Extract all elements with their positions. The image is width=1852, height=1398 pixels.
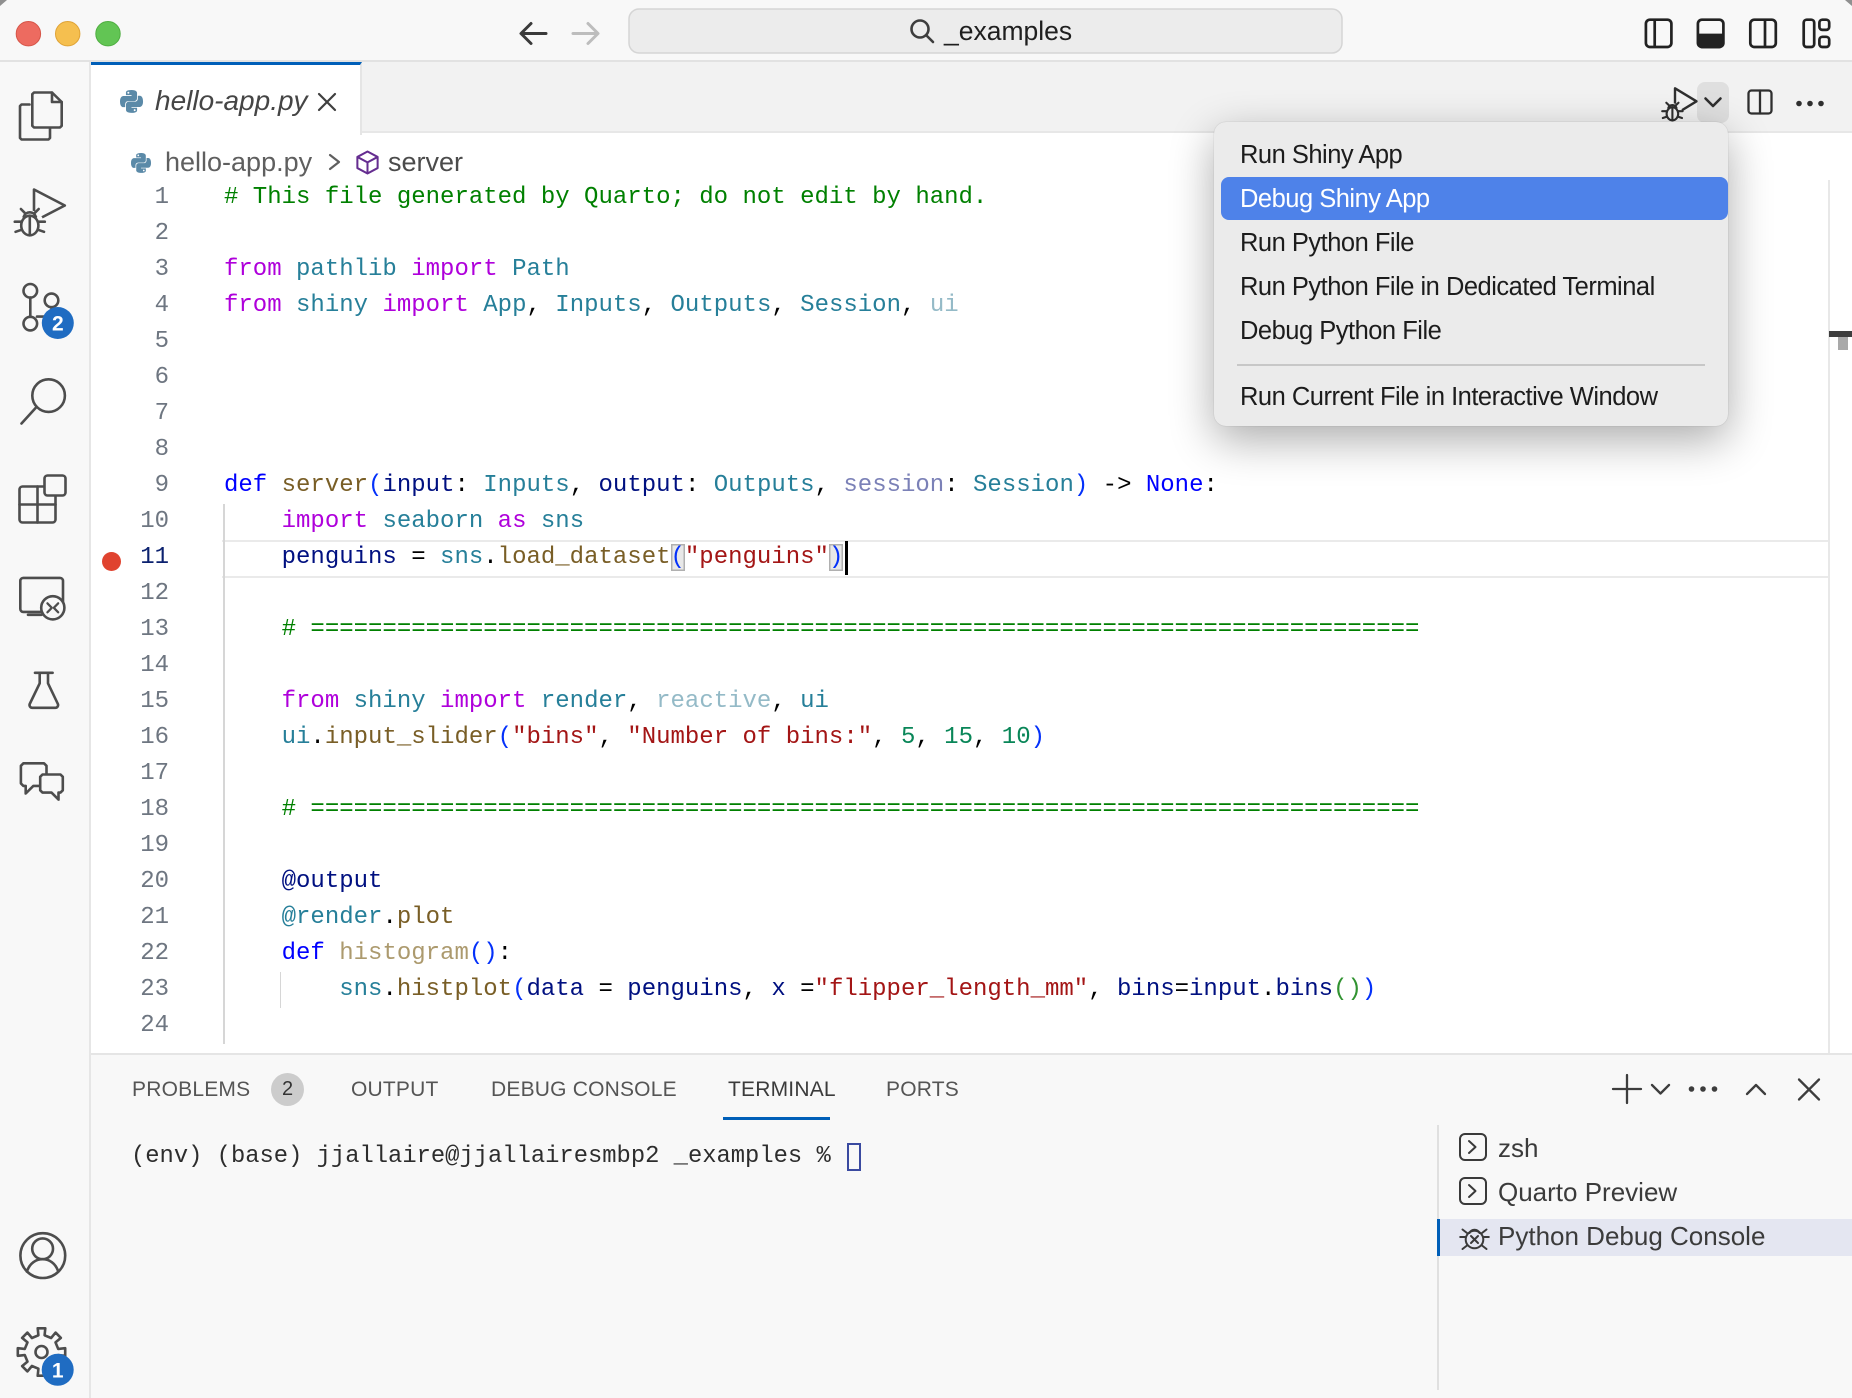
svg-text:2: 2 xyxy=(52,313,64,336)
svg-text:1: 1 xyxy=(52,1359,64,1382)
